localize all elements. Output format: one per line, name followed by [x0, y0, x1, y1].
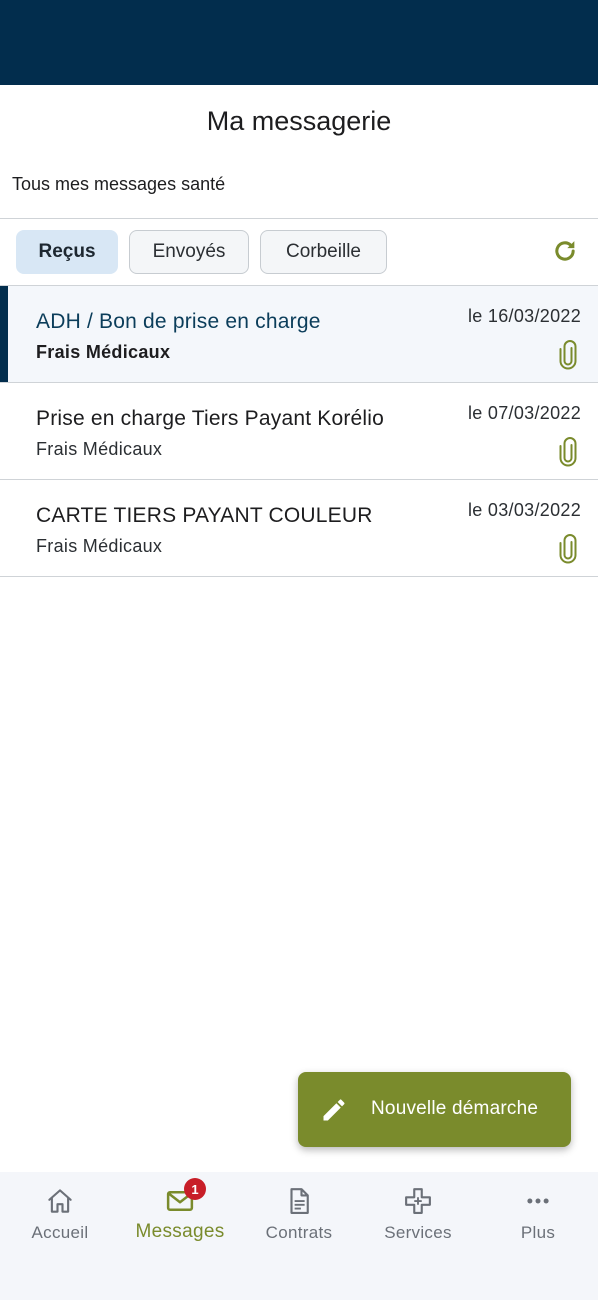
nav-item-plus[interactable]: Plus [478, 1172, 598, 1300]
document-icon [290, 1188, 309, 1214]
nav-item-contrats[interactable]: Contrats [239, 1172, 359, 1300]
section-subtitle: Tous mes messages santé [12, 174, 226, 194]
tab-recus[interactable]: Reçus [16, 230, 118, 274]
nav-item-accueil[interactable]: Accueil [0, 1172, 120, 1300]
tab-envoyes[interactable]: Envoyés [129, 230, 249, 274]
unread-badge: 1 [184, 1178, 206, 1200]
page-title: Ma messagerie [206, 106, 392, 136]
more-icon [527, 1198, 549, 1204]
status-bar-band [0, 0, 598, 85]
health-cross-icon [405, 1188, 431, 1214]
attachment-icon [559, 340, 577, 370]
message-row[interactable]: Prise en charge Tiers Payant Korélio Fra… [0, 383, 598, 480]
message-category: Frais Médicaux [36, 439, 163, 459]
nav-item-services[interactable]: Services [358, 1172, 478, 1300]
new-request-button[interactable]: Nouvelle démarche [298, 1072, 571, 1147]
message-title: ADH / Bon de prise en charge [36, 310, 321, 333]
nav-label: Services [384, 1223, 452, 1242]
message-title: CARTE TIERS PAYANT COULEUR [36, 504, 373, 527]
message-list: ADH / Bon de prise en charge Frais Médic… [0, 286, 598, 577]
message-date: le 03/03/2022 [468, 500, 581, 520]
pencil-icon [323, 1099, 345, 1121]
message-category: Frais Médicaux [36, 342, 171, 362]
attachment-icon [559, 437, 577, 467]
message-row[interactable]: CARTE TIERS PAYANT COULEUR Frais Médicau… [0, 480, 598, 577]
folder-tabs: Reçus Envoyés Corbeille [16, 230, 387, 274]
selected-indicator [0, 286, 8, 382]
message-category: Frais Médicaux [36, 536, 163, 556]
message-date: le 07/03/2022 [468, 403, 581, 423]
divider [0, 218, 598, 219]
message-title: Prise en charge Tiers Payant Korélio [36, 407, 385, 430]
nav-label: Accueil [31, 1223, 89, 1242]
new-request-label: Nouvelle démarche [371, 1098, 539, 1119]
home-icon [48, 1189, 72, 1213]
attachment-icon [559, 534, 577, 564]
refresh-icon[interactable] [551, 237, 579, 265]
nav-label: Plus [520, 1223, 556, 1242]
tab-corbeille[interactable]: Corbeille [260, 230, 387, 274]
bottom-navigation: Accueil 1 Messages Contrats Services Plu… [0, 1172, 598, 1300]
nav-label: Contrats [265, 1223, 333, 1242]
nav-item-messages[interactable]: 1 Messages [120, 1172, 240, 1300]
message-date: le 16/03/2022 [468, 306, 581, 326]
message-row[interactable]: ADH / Bon de prise en charge Frais Médic… [0, 286, 598, 383]
nav-label: Messages [135, 1221, 225, 1242]
